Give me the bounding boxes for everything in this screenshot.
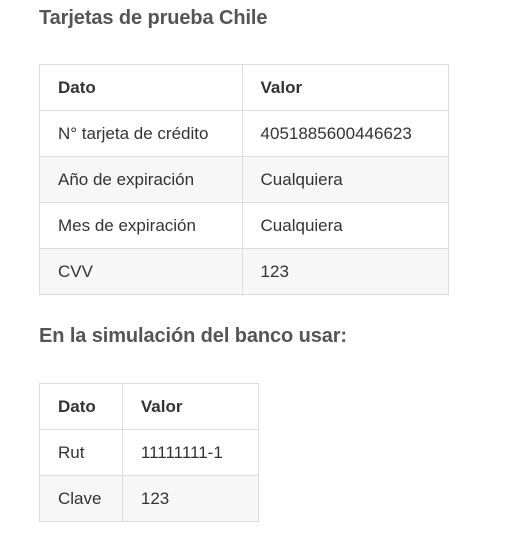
table-cell-valor: Cualquiera [241,156,450,203]
table-cell-valor: Cualquiera [241,202,450,249]
table-row: Mes de expiración Cualquiera [39,202,450,249]
table-cell-dato: Rut [39,429,123,476]
bank-simulation-table: Dato Valor Rut 11111111-1 Clave 123 [39,383,260,522]
section-title-bank-simulation: En la simulación del banco usar: [39,325,347,347]
table-row: Año de expiración Cualquiera [39,156,450,203]
table-cell-valor: 123 [121,475,260,522]
table-cell-valor: 123 [241,248,450,295]
section-title-test-cards: Tarjetas de prueba Chile [39,7,268,29]
column-header-dato: Dato [39,64,243,111]
table-row: N° tarjeta de crédito 4051885600446623 [39,110,450,157]
table-cell-valor: 4051885600446623 [241,110,450,157]
table-cell-dato: Clave [39,475,123,522]
table-cell-dato: Año de expiración [39,156,243,203]
table-cell-dato: Mes de expiración [39,202,243,249]
table-cell-dato: N° tarjeta de crédito [39,110,243,157]
table-row: Rut 11111111-1 [39,429,260,476]
table-row: Clave 123 [39,475,260,522]
table-cell-valor: 11111111-1 [121,429,260,476]
column-header-valor: Valor [241,64,450,111]
table-header-row: Dato Valor [39,383,260,430]
column-header-dato: Dato [39,383,123,430]
table-header-row: Dato Valor [39,64,450,111]
column-header-valor: Valor [121,383,260,430]
table-cell-dato: CVV [39,248,243,295]
table-row: CVV 123 [39,248,450,295]
test-cards-table: Dato Valor N° tarjeta de crédito 4051885… [39,64,450,295]
